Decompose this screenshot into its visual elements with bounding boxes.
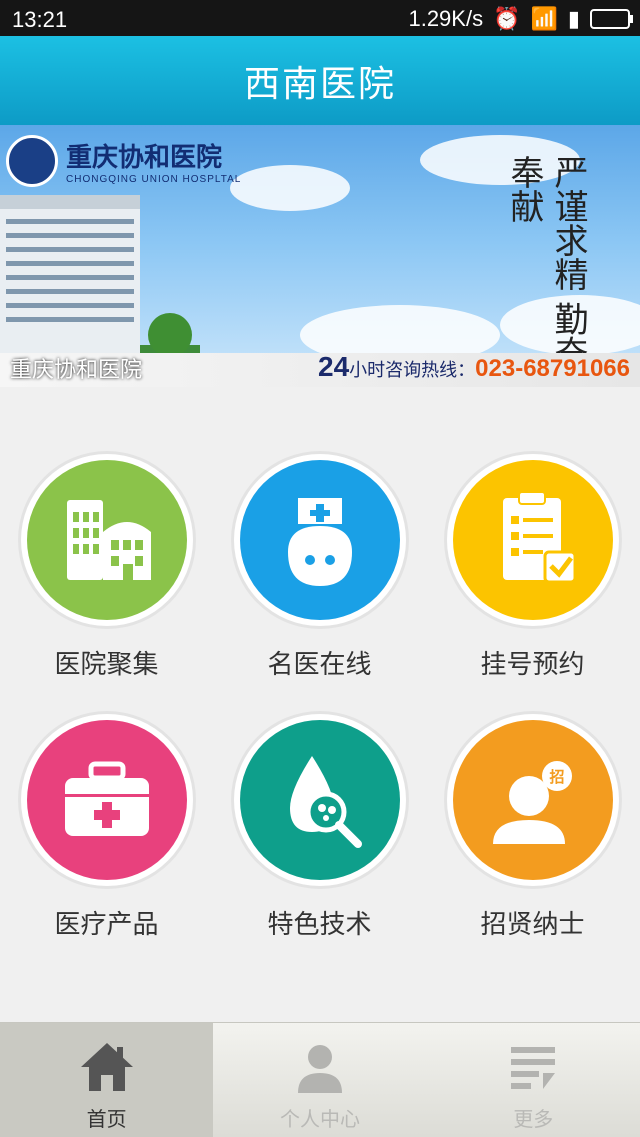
status-time: 13:21 (12, 7, 68, 32)
menu-item-medical-products[interactable]: 医疗产品 (0, 720, 213, 941)
home-icon (80, 1043, 133, 1091)
network-speed: 1.29K/s (408, 6, 484, 31)
hospital-building-image (0, 195, 200, 367)
tab-personal-center[interactable]: 个人中心 (213, 1023, 426, 1137)
hospital-logo: 重庆协和医院 CHONGQING UNION HOSPLTAL (6, 135, 241, 187)
person-icon (297, 1045, 342, 1093)
recruit-person-icon: 招 (452, 720, 613, 880)
banner-caption: 重庆协和医院 (10, 358, 143, 383)
menu-item-doctors-online[interactable]: 名医在线 (213, 460, 426, 681)
menu-label: 挂号预约 (480, 650, 585, 680)
page-title: 西南医院 (243, 63, 396, 105)
tab-label: 更多 (513, 1107, 554, 1131)
nurse-icon (239, 460, 400, 620)
battery-icon (590, 9, 633, 29)
menu-item-hospital-news[interactable]: 医院聚集 (0, 460, 213, 681)
hospital-name-en: CHONGQING UNION HOSPLTAL (66, 174, 242, 185)
tab-label: 个人中心 (279, 1107, 360, 1131)
status-bar: 13:21 1.29K/s ⏰ 📶 ▮ (0, 0, 640, 36)
clipboard-check-icon (452, 460, 613, 620)
hospital-name-cn: 重庆协和医院 (66, 143, 223, 173)
hotline: 24小时咨询热线：023-68791066 (318, 351, 630, 383)
menu-label: 名医在线 (267, 650, 372, 680)
menu-item-special-tech[interactable]: 特色技术 (213, 720, 426, 941)
hospital-banner[interactable]: 重庆协和医院 CHONGQING UNION HOSPLTAL 严谨求精 勤奋奉… (0, 125, 640, 387)
hospital-seal-icon (6, 135, 58, 187)
menu-item-appointment[interactable]: 挂号预约 (426, 460, 639, 681)
tab-label: 首页 (86, 1107, 127, 1131)
hotline-prefix: 24 (318, 351, 350, 382)
hospital-building-icon (26, 460, 187, 620)
wifi-icon: 📶 (530, 6, 558, 31)
menu-label: 医院聚集 (54, 650, 159, 680)
hotline-label: 小时咨询热线： (349, 360, 476, 380)
medical-kit-icon (26, 720, 187, 880)
tab-more[interactable]: 更多 (427, 1023, 640, 1137)
menu-label: 特色技术 (267, 910, 372, 940)
menu-item-recruitment[interactable]: 招 招贤纳士 (426, 720, 639, 941)
bottom-tab-bar: 首页 个人中心 更多 (0, 1022, 640, 1137)
menu-label: 招贤纳士 (480, 910, 585, 940)
tab-home[interactable]: 首页 (0, 1023, 214, 1137)
signal-icon: ▮ (567, 6, 580, 31)
drop-magnifier-icon (239, 720, 400, 880)
svg-text:招: 招 (549, 768, 564, 786)
list-icon (511, 1047, 556, 1089)
alarm-icon: ⏰ (493, 6, 521, 31)
title-bar: 西南医院 (0, 36, 640, 125)
menu-label: 医疗产品 (54, 910, 159, 940)
hotline-number: 023-68791066 (475, 355, 630, 382)
